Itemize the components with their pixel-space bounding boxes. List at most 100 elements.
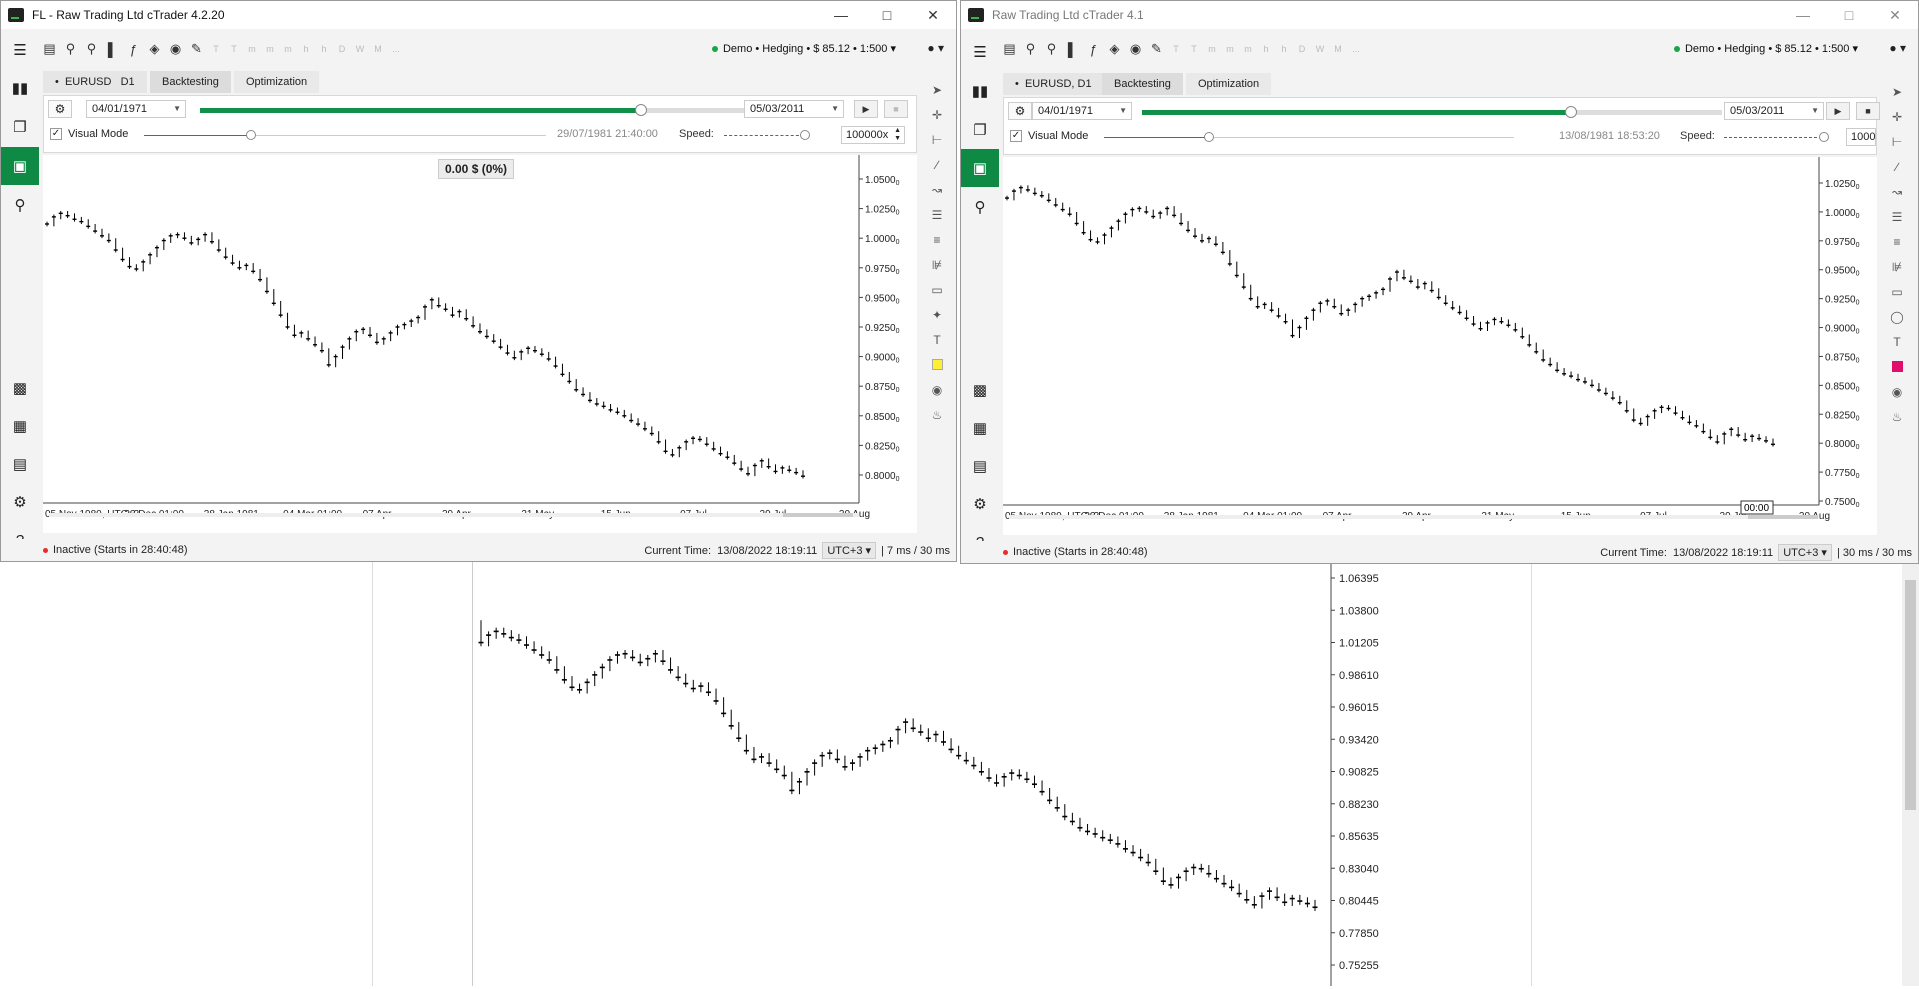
start-date-picker[interactable]: 04/01/1971 ▼ — [1032, 102, 1132, 120]
layout-icon[interactable]: ▤ — [999, 38, 1020, 60]
crosshair-icon[interactable]: ✛ — [925, 102, 949, 127]
title-bar[interactable]: FL - Raw Trading Ltd cTrader 4.2.20 — □ … — [1, 1, 956, 29]
zoom-out-icon[interactable]: ⚲ — [81, 38, 102, 60]
visual-mode-checkbox[interactable]: ✓ — [1010, 130, 1022, 142]
crosshair-icon[interactable]: ✛ — [1885, 104, 1909, 129]
progress-slider[interactable] — [200, 104, 780, 116]
tf-m3[interactable]: m — [1239, 38, 1257, 60]
tf-w[interactable]: W — [1311, 38, 1329, 60]
visual-slider-knob[interactable] — [246, 130, 256, 140]
tab-backtesting[interactable]: Backtesting — [1102, 73, 1183, 95]
maximize-button[interactable]: □ — [864, 1, 910, 29]
settings-gear-icon[interactable]: ⚙ — [48, 100, 72, 118]
layers-icon[interactable]: ◈ — [1104, 38, 1125, 60]
background-scrollbar[interactable] — [1902, 560, 1919, 986]
visual-slider-knob[interactable] — [1204, 132, 1214, 142]
eye-icon[interactable]: ◉ — [1125, 38, 1146, 60]
tf-m3[interactable]: m — [279, 38, 297, 60]
dot-icon[interactable]: ⊢ — [925, 127, 949, 152]
tf-h1[interactable]: h — [297, 38, 315, 60]
tf-mn[interactable]: M — [369, 38, 387, 60]
menu-icon[interactable]: ☰ — [961, 33, 999, 71]
scrollbar-thumb[interactable] — [1905, 580, 1916, 810]
settings-gear-icon[interactable]: ⚙ — [1008, 102, 1032, 120]
automate-icon[interactable]: ▣ — [961, 149, 999, 187]
minimize-button[interactable]: — — [818, 1, 864, 29]
tf-w[interactable]: W — [351, 38, 369, 60]
dot-icon[interactable]: ⊢ — [1885, 129, 1909, 154]
zoom-out-icon[interactable]: ⚲ — [1041, 38, 1062, 60]
layout-icon[interactable]: ▤ — [39, 38, 60, 60]
progress-knob[interactable] — [634, 104, 647, 116]
tab-backtesting[interactable]: Backtesting — [150, 71, 231, 93]
settings-icon[interactable]: ⚙ — [1, 483, 39, 521]
end-date-picker[interactable]: 05/03/2011 ▼ — [744, 100, 844, 118]
tf-m2[interactable]: m — [261, 38, 279, 60]
store-icon[interactable]: ▦ — [1, 407, 39, 445]
eye-icon[interactable]: ◉ — [165, 38, 186, 60]
chart-type-icon[interactable]: ▌ — [102, 38, 123, 60]
trade-icon[interactable]: ▮▮ — [961, 72, 999, 110]
tf-t2[interactable]: T — [225, 38, 243, 60]
camera-icon[interactable]: ◉ — [925, 377, 949, 402]
tf-mn[interactable]: M — [1329, 38, 1347, 60]
rectangle-icon[interactable]: ▭ — [925, 277, 949, 302]
chart-type-icon[interactable]: ▌ — [1062, 38, 1083, 60]
tf-d[interactable]: D — [333, 38, 351, 60]
briefcase-icon[interactable]: ▩ — [961, 371, 999, 409]
tf-d[interactable]: D — [1293, 38, 1311, 60]
color-swatch-icon[interactable] — [925, 352, 949, 377]
text-icon[interactable]: T — [925, 327, 949, 352]
ray-icon[interactable]: ↝ — [925, 177, 949, 202]
user-icon[interactable]: ● ▾ — [927, 41, 944, 55]
copy-icon[interactable]: ❐ — [961, 111, 999, 149]
circle-icon[interactable]: ◯ — [1885, 304, 1909, 329]
progress-knob[interactable] — [1565, 106, 1578, 118]
shape-icon[interactable]: ✦ — [925, 302, 949, 327]
tf-more[interactable]: ... — [387, 38, 405, 60]
maximize-button[interactable]: □ — [1826, 1, 1872, 29]
stop-button[interactable]: ■ — [884, 100, 908, 118]
tf-t1[interactable]: T — [1167, 38, 1185, 60]
tf-more[interactable]: ... — [1347, 38, 1365, 60]
start-date-picker[interactable]: 04/01/1971 ▼ — [86, 100, 186, 118]
ray-icon[interactable]: ↝ — [1885, 179, 1909, 204]
account-info[interactable]: Demo • Hedging • $ 85.12 • 1:500 ▾ — [1673, 42, 1858, 55]
tab-optimization[interactable]: Optimization — [234, 71, 320, 93]
tf-t1[interactable]: T — [207, 38, 225, 60]
speed-slider-knob[interactable] — [800, 130, 810, 140]
wallet-icon[interactable]: ▤ — [961, 447, 999, 485]
progress-slider[interactable] — [1142, 106, 1722, 118]
speed-spinner[interactable]: 100000x ▲ ▼ — [841, 126, 905, 144]
fibonacci-icon[interactable]: ≡ — [925, 227, 949, 252]
indicators-icon[interactable]: ƒ — [1083, 38, 1104, 60]
tf-m1[interactable]: m — [243, 38, 261, 60]
pitchfork-icon[interactable]: ⊯ — [1885, 254, 1909, 279]
speed-spinner[interactable]: 100000x — [1846, 128, 1876, 146]
speed-slider-knob[interactable] — [1819, 132, 1829, 142]
briefcase-icon[interactable]: ▩ — [1, 369, 39, 407]
backtest-chart[interactable]: 1.05000 1.02500 1.00000 0.97500 0.95000 0.925… — [43, 155, 917, 533]
store-icon[interactable]: ▦ — [961, 409, 999, 447]
automate-icon[interactable]: ▣ — [1, 147, 39, 185]
close-button[interactable]: ✕ — [910, 1, 956, 29]
color-swatch-icon[interactable] — [1885, 354, 1909, 379]
text-icon[interactable]: T — [1885, 329, 1909, 354]
stop-button[interactable]: ■ — [1856, 102, 1880, 120]
edit-icon[interactable]: ✎ — [1146, 38, 1167, 60]
minimize-button[interactable]: — — [1780, 1, 1826, 29]
timezone-select[interactable]: UTC+3 ▾ — [1778, 544, 1832, 561]
analyze-icon[interactable]: ⚲ — [1, 186, 39, 224]
account-info[interactable]: Demo • Hedging • $ 85.12 • 1:500 ▾ — [711, 42, 896, 55]
bell-icon[interactable]: ♨ — [925, 402, 949, 427]
title-bar[interactable]: Raw Trading Ltd cTrader 4.1 — □ ✕ — [961, 1, 1918, 29]
tf-m2[interactable]: m — [1221, 38, 1239, 60]
close-button[interactable]: ✕ — [1872, 1, 1918, 29]
indicators-icon[interactable]: ƒ — [123, 38, 144, 60]
cursor-icon[interactable]: ➤ — [1885, 79, 1909, 104]
timezone-select[interactable]: UTC+3 ▾ — [822, 542, 877, 559]
tf-h1[interactable]: h — [1257, 38, 1275, 60]
tab-symbol[interactable]: • EURUSD, D1 — [1003, 73, 1104, 95]
settings-icon[interactable]: ⚙ — [961, 485, 999, 523]
trade-icon[interactable]: ▮▮ — [1, 69, 39, 107]
